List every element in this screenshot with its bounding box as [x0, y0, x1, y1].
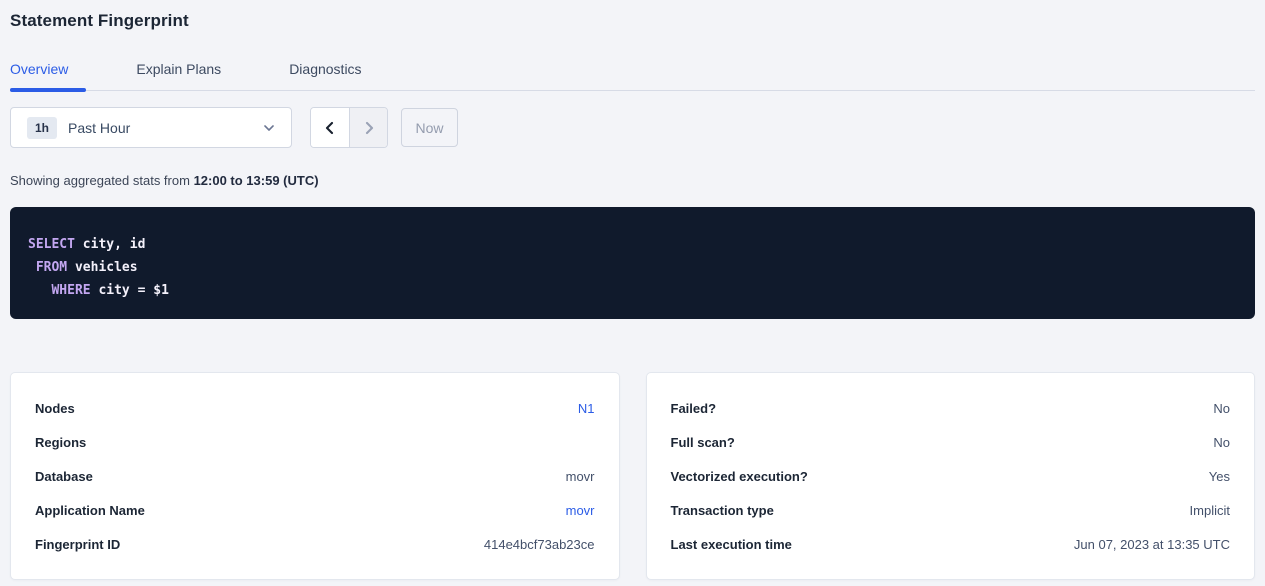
row-label-failed: Failed?	[671, 401, 717, 416]
table-row: Full scan? No	[671, 425, 1231, 459]
page-title: Statement Fingerprint	[10, 0, 1255, 31]
statement-fingerprint-page: Statement Fingerprint Overview Explain P…	[0, 0, 1265, 580]
sql-text: city = $1	[91, 283, 169, 298]
tab-bar: Overview Explain Plans Diagnostics	[10, 55, 1255, 91]
chevron-down-icon	[263, 122, 275, 134]
execution-attributes-card: Failed? No Full scan? No Vectorized exec…	[646, 372, 1256, 580]
table-row: Failed? No	[671, 391, 1231, 425]
table-row: Nodes N1	[35, 391, 595, 425]
row-label-application-name: Application Name	[35, 503, 145, 518]
row-label-last-execution-time: Last execution time	[671, 537, 792, 552]
stats-time-range: 12:00 to 13:59 (UTC)	[194, 173, 319, 188]
row-label-fingerprint-id: Fingerprint ID	[35, 537, 120, 552]
aggregated-stats-line: Showing aggregated stats from 12:00 to 1…	[10, 173, 1255, 188]
last-execution-time-value: Jun 07, 2023 at 13:35 UTC	[1074, 537, 1230, 552]
time-range-label: Past Hour	[68, 120, 263, 136]
sql-text: vehicles	[67, 260, 137, 275]
chevron-right-icon	[362, 121, 376, 135]
table-row: Fingerprint ID 414e4bcf73ab23ce	[35, 527, 595, 561]
transaction-type-value: Implicit	[1190, 503, 1230, 518]
database-value: movr	[566, 469, 595, 484]
time-range-badge: 1h	[27, 117, 57, 139]
row-label-full-scan: Full scan?	[671, 435, 735, 450]
stats-prefix: Showing aggregated stats from	[10, 173, 194, 188]
row-label-nodes: Nodes	[35, 401, 75, 416]
tab-explain-plans[interactable]: Explain Plans	[127, 55, 230, 90]
tab-diagnostics[interactable]: Diagnostics	[280, 55, 370, 90]
full-scan-value: No	[1213, 435, 1230, 450]
application-name-value-link[interactable]: movr	[566, 503, 595, 518]
nodes-value-link[interactable]: N1	[578, 401, 595, 416]
statement-details-card: Nodes N1 Regions Database movr Applicati…	[10, 372, 620, 580]
sql-keyword: FROM	[36, 260, 67, 275]
row-label-database: Database	[35, 469, 93, 484]
sql-keyword: SELECT	[28, 237, 75, 252]
row-label-transaction-type: Transaction type	[671, 503, 774, 518]
now-button[interactable]: Now	[401, 108, 458, 147]
table-row: Application Name movr	[35, 493, 595, 527]
sql-line: WHERE city = $1	[28, 279, 1237, 302]
table-row: Database movr	[35, 459, 595, 493]
sql-line: FROM vehicles	[28, 256, 1237, 279]
time-range-dropdown[interactable]: 1h Past Hour	[10, 107, 292, 148]
chevron-left-icon	[323, 121, 337, 135]
sql-statement-box: SELECT city, id FROM vehicles WHERE city…	[10, 207, 1255, 319]
sql-text: city, id	[75, 237, 145, 252]
previous-time-button[interactable]	[311, 108, 349, 147]
table-row: Vectorized execution? Yes	[671, 459, 1231, 493]
sql-line: SELECT city, id	[28, 233, 1237, 256]
sql-indent	[28, 260, 36, 275]
vectorized-execution-value: Yes	[1209, 469, 1230, 484]
table-row: Transaction type Implicit	[671, 493, 1231, 527]
sql-indent	[28, 283, 51, 298]
table-row: Last execution time Jun 07, 2023 at 13:3…	[671, 527, 1231, 561]
failed-value: No	[1213, 401, 1230, 416]
sql-keyword: WHERE	[51, 283, 90, 298]
row-label-vectorized-execution: Vectorized execution?	[671, 469, 808, 484]
time-toolbar: 1h Past Hour Now	[10, 107, 1255, 148]
time-step-buttons	[310, 107, 388, 148]
next-time-button[interactable]	[349, 108, 387, 147]
table-row: Regions	[35, 425, 595, 459]
tab-overview[interactable]: Overview	[10, 55, 77, 90]
row-label-regions: Regions	[35, 435, 86, 450]
fingerprint-id-value: 414e4bcf73ab23ce	[484, 537, 595, 552]
summary-cards: Nodes N1 Regions Database movr Applicati…	[10, 372, 1255, 580]
